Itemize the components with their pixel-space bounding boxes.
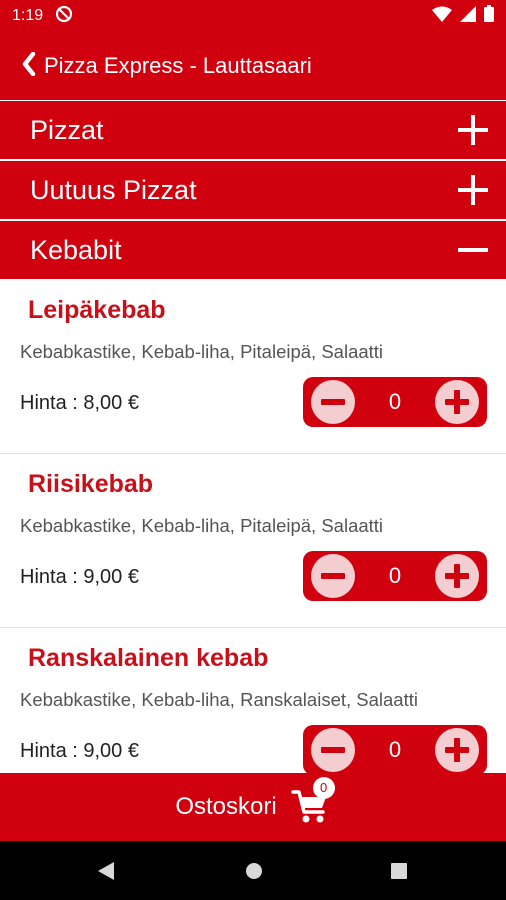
quantity-value: 0 xyxy=(388,737,402,762)
battery-icon xyxy=(484,5,494,27)
category-label: Kebabit xyxy=(30,234,122,265)
minus-icon xyxy=(458,235,488,265)
home-circle-icon[interactable] xyxy=(245,862,263,885)
back-button[interactable]: Pizza Express - Lauttasaari xyxy=(22,51,312,81)
wifi-icon xyxy=(432,6,452,27)
back-triangle-icon[interactable] xyxy=(96,862,114,885)
quantity-value: 0 xyxy=(388,563,402,588)
item-description: Kebabkastike, Kebab-liha, Pitaleipä, Sal… xyxy=(20,515,384,536)
category-pizzat[interactable]: Pizzat xyxy=(0,101,506,159)
item-name: Riisikebab xyxy=(28,470,154,498)
increment-button[interactable] xyxy=(435,728,479,772)
quantity-stepper: 0 xyxy=(303,551,487,601)
increment-button[interactable] xyxy=(435,380,479,424)
decrement-button[interactable] xyxy=(311,728,355,772)
system-nav-bar xyxy=(0,841,506,900)
minus-icon xyxy=(321,573,345,579)
cart-label: Ostoskori xyxy=(175,793,277,820)
menu-item-list[interactable]: Leipäkebab Kebabkastike, Kebab-liha, Pit… xyxy=(0,280,506,773)
category-label: Uutuus Pizzat xyxy=(30,174,197,205)
signal-icon xyxy=(460,5,476,27)
do-not-disturb-icon xyxy=(55,5,73,28)
quantity-value: 0 xyxy=(388,389,402,414)
item-description: Kebabkastike, Kebab-liha, Pitaleipä, Sal… xyxy=(20,341,384,362)
recents-square-icon[interactable] xyxy=(391,863,407,884)
status-left: 1:19 xyxy=(12,5,73,28)
item-name: Ranskalainen kebab xyxy=(28,644,269,672)
increment-button[interactable] xyxy=(435,554,479,598)
cart-count-badge: 0 xyxy=(312,777,335,799)
cart-button[interactable]: Ostoskori 0 xyxy=(0,773,506,841)
page-title: Pizza Express - Lauttasaari xyxy=(44,53,312,78)
list-item: Riisikebab Kebabkastike, Kebab-liha, Pit… xyxy=(0,454,506,628)
minus-icon xyxy=(321,747,345,753)
status-bar: 1:19 xyxy=(0,0,506,32)
shopping-cart-icon: 0 xyxy=(290,777,335,827)
status-right xyxy=(432,5,494,27)
chevron-left-icon xyxy=(22,51,36,81)
item-name: Leipäkebab xyxy=(28,296,166,324)
list-item: Leipäkebab Kebabkastike, Kebab-liha, Pit… xyxy=(0,280,506,454)
category-uutuus-pizzat[interactable]: Uutuus Pizzat xyxy=(0,161,506,219)
quantity-stepper: 0 xyxy=(303,725,487,773)
item-price: Hinta : 8,00 € xyxy=(20,392,139,414)
decrement-button[interactable] xyxy=(311,554,355,598)
plus-icon xyxy=(458,175,488,205)
app-bar: Pizza Express - Lauttasaari xyxy=(0,32,506,100)
quantity-stepper: 0 xyxy=(303,377,487,427)
minus-icon xyxy=(321,399,345,405)
status-time: 1:19 xyxy=(12,7,44,24)
item-price: Hinta : 9,00 € xyxy=(20,566,139,588)
plus-icon xyxy=(458,115,488,145)
decrement-button[interactable] xyxy=(311,380,355,424)
category-kebabit[interactable]: Kebabit xyxy=(0,221,506,279)
item-description: Kebabkastike, Kebab-liha, Ranskalaiset, … xyxy=(20,689,418,710)
category-label: Pizzat xyxy=(30,114,104,145)
item-price: Hinta : 9,00 € xyxy=(20,740,139,762)
list-item: Ranskalainen kebab Kebabkastike, Kebab-l… xyxy=(0,628,506,773)
